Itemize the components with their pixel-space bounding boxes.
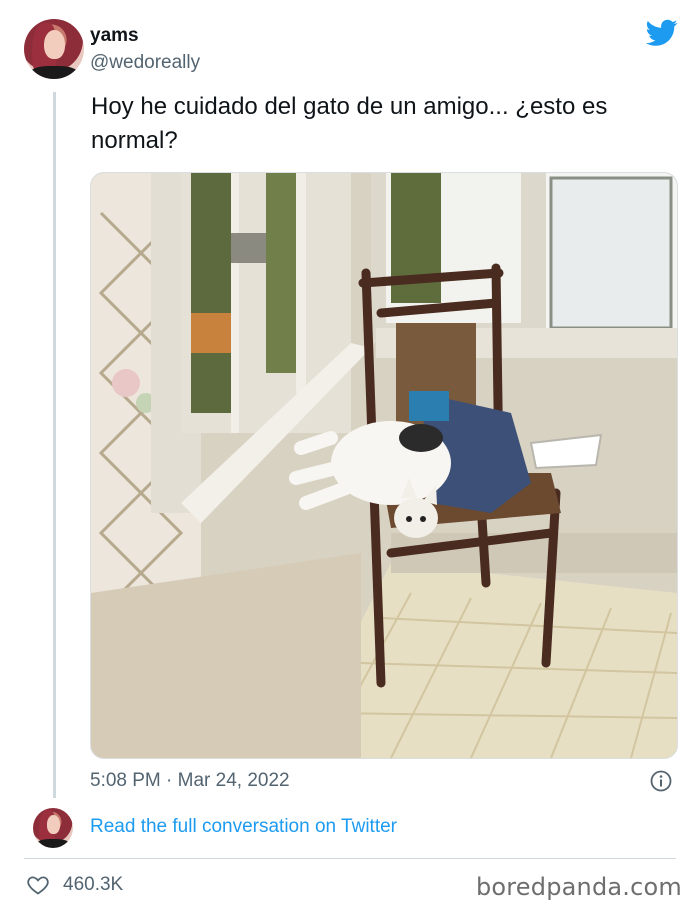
heart-icon[interactable]: [26, 873, 50, 897]
read-conversation-link[interactable]: Read the full conversation on Twitter: [90, 815, 397, 839]
avatar-small[interactable]: [33, 808, 73, 848]
avatar[interactable]: [24, 19, 84, 79]
tweet-photo[interactable]: [90, 172, 678, 759]
like-count: 460.3K: [63, 874, 124, 895]
display-name[interactable]: yams: [90, 24, 139, 48]
user-handle[interactable]: @wedoreally: [90, 51, 200, 75]
tweet-text: Hoy he cuidado del gato de un amigo... ¿…: [91, 93, 608, 154]
info-icon[interactable]: [650, 770, 672, 792]
twitter-bird-icon[interactable]: [646, 19, 678, 47]
divider: [24, 858, 676, 859]
watermark: boredpanda.com: [475, 873, 682, 901]
tweet-timestamp[interactable]: 5:08 PM · Mar 24, 2022: [90, 769, 290, 793]
thread-line: [53, 92, 56, 798]
